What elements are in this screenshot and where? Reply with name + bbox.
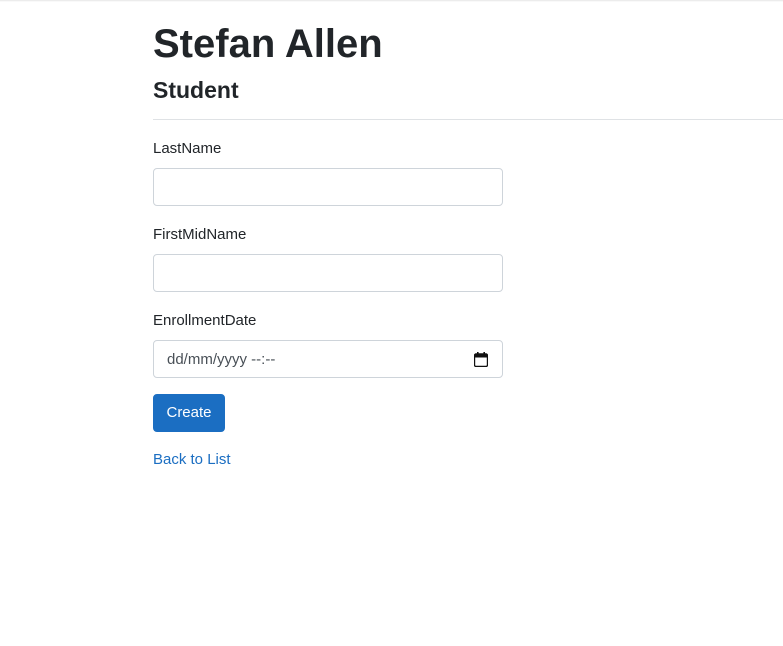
- page-title: Stefan Allen: [153, 22, 383, 66]
- enrollment-date-label: EnrollmentDate: [153, 312, 257, 329]
- last-name-input[interactable]: [153, 168, 503, 206]
- create-button[interactable]: Create: [153, 394, 225, 432]
- calendar-icon[interactable]: [473, 352, 489, 368]
- top-shadow: [0, 0, 783, 2]
- section-title: Student: [153, 77, 239, 103]
- first-mid-name-label: FirstMidName: [153, 226, 247, 243]
- first-mid-name-input[interactable]: [153, 254, 503, 292]
- enrollment-date-placeholder: dd/mm/yyyy --:--: [167, 351, 276, 368]
- back-to-list-link[interactable]: Back to List: [153, 450, 231, 470]
- divider: [153, 119, 783, 120]
- enrollment-date-input[interactable]: dd/mm/yyyy --:--: [153, 340, 503, 378]
- last-name-label: LastName: [153, 140, 222, 157]
